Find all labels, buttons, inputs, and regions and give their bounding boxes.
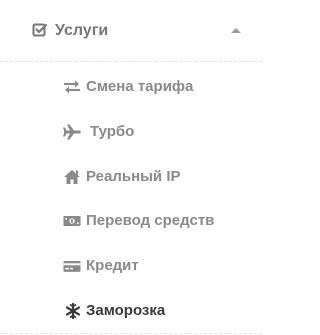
snowflake-icon [65, 303, 81, 319]
menu-item-real-ip[interactable]: Реальный IP [0, 159, 262, 195]
plane-icon [63, 124, 81, 140]
check-square-icon [32, 23, 48, 37]
menu-item-credit[interactable]: Кредит [0, 248, 262, 284]
menu-item-label: Заморозка [86, 302, 166, 319]
menu-item-label: Кредит [86, 257, 139, 274]
services-menu: Смена тарифа Турбо Реальный IP Перевод с… [0, 62, 262, 335]
money-icon [63, 216, 81, 226]
sidebar: Услуги Смена тарифа Турбо Реальный IP Пе… [0, 0, 274, 335]
home-icon [64, 170, 80, 184]
menu-item-turbo[interactable]: Турбо [0, 114, 262, 150]
menu-item-label: Турбо [90, 123, 135, 140]
services-section-title: Услуги [55, 22, 109, 39]
menu-item-label: Смена тарифа [86, 78, 194, 95]
credit-card-icon [63, 261, 81, 272]
menu-item-freeze[interactable]: Заморозка [0, 293, 262, 329]
menu-item-label: Перевод средств [86, 212, 215, 229]
exchange-icon [64, 80, 80, 94]
divider [0, 333, 262, 334]
services-section-header[interactable]: Услуги [0, 0, 262, 62]
menu-item-tariff-change[interactable]: Смена тарифа [0, 69, 262, 105]
menu-item-label: Реальный IP [86, 168, 181, 185]
collapse-caret-icon[interactable] [231, 28, 241, 33]
menu-item-funds-transfer[interactable]: Перевод средств [0, 203, 262, 239]
